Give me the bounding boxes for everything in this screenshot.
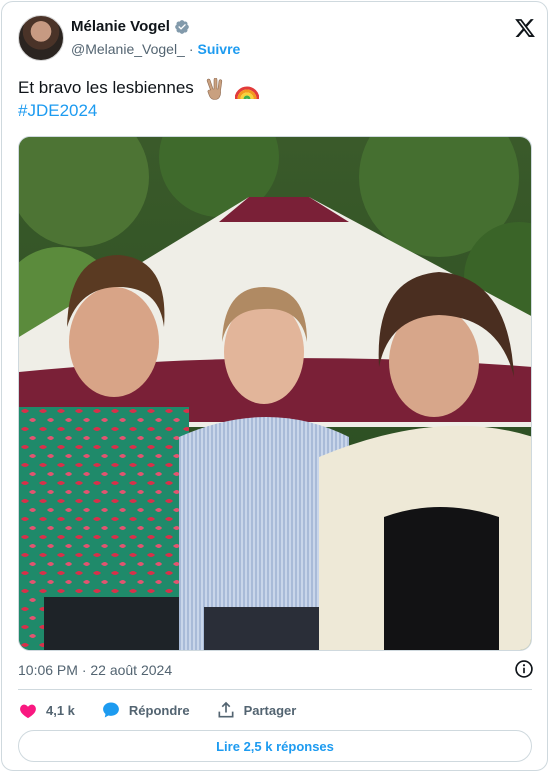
victory-hand-icon bbox=[206, 77, 222, 100]
divider bbox=[18, 689, 532, 690]
action-bar: 4,1 k Répondre Partager bbox=[18, 700, 322, 720]
rainbow-icon bbox=[235, 86, 260, 99]
tweet-text: Et bravo les lesbiennes bbox=[18, 76, 260, 100]
reply-label: Répondre bbox=[128, 702, 190, 718]
reply-button[interactable]: Répondre bbox=[101, 700, 190, 720]
photo-illustration bbox=[19, 137, 531, 650]
like-count: 4,1 k bbox=[46, 702, 75, 718]
tweet-body: Et bravo les lesbiennes bbox=[18, 78, 194, 97]
follow-button[interactable]: Suivre bbox=[198, 41, 241, 57]
hashtag-link[interactable]: #JDE2024 bbox=[18, 101, 97, 121]
x-logo-icon[interactable] bbox=[514, 17, 536, 39]
tweet-photo[interactable] bbox=[18, 136, 532, 651]
share-label: Partager bbox=[243, 702, 297, 718]
author-avatar[interactable] bbox=[18, 15, 64, 61]
like-button[interactable]: 4,1 k bbox=[18, 700, 75, 720]
info-icon[interactable] bbox=[514, 659, 534, 679]
author-handle[interactable]: @Melanie_Vogel_ bbox=[71, 41, 185, 57]
author-name[interactable]: Mélanie Vogel bbox=[71, 18, 170, 35]
share-upload-icon bbox=[218, 701, 234, 718]
reply-bubble-icon bbox=[103, 702, 119, 718]
share-button[interactable]: Partager bbox=[216, 700, 297, 720]
separator-dot: · bbox=[188, 41, 194, 57]
heart-icon bbox=[20, 704, 36, 719]
author-handle-row: @Melanie_Vogel_ · Suivre bbox=[71, 41, 240, 57]
verified-badge-icon bbox=[175, 19, 189, 34]
read-replies-button[interactable]: Lire 2,5 k réponses bbox=[18, 730, 532, 762]
author-name-row: Mélanie Vogel bbox=[71, 18, 190, 35]
tweet-timestamp[interactable]: 10:06 PM · 22 août 2024 bbox=[18, 662, 172, 678]
